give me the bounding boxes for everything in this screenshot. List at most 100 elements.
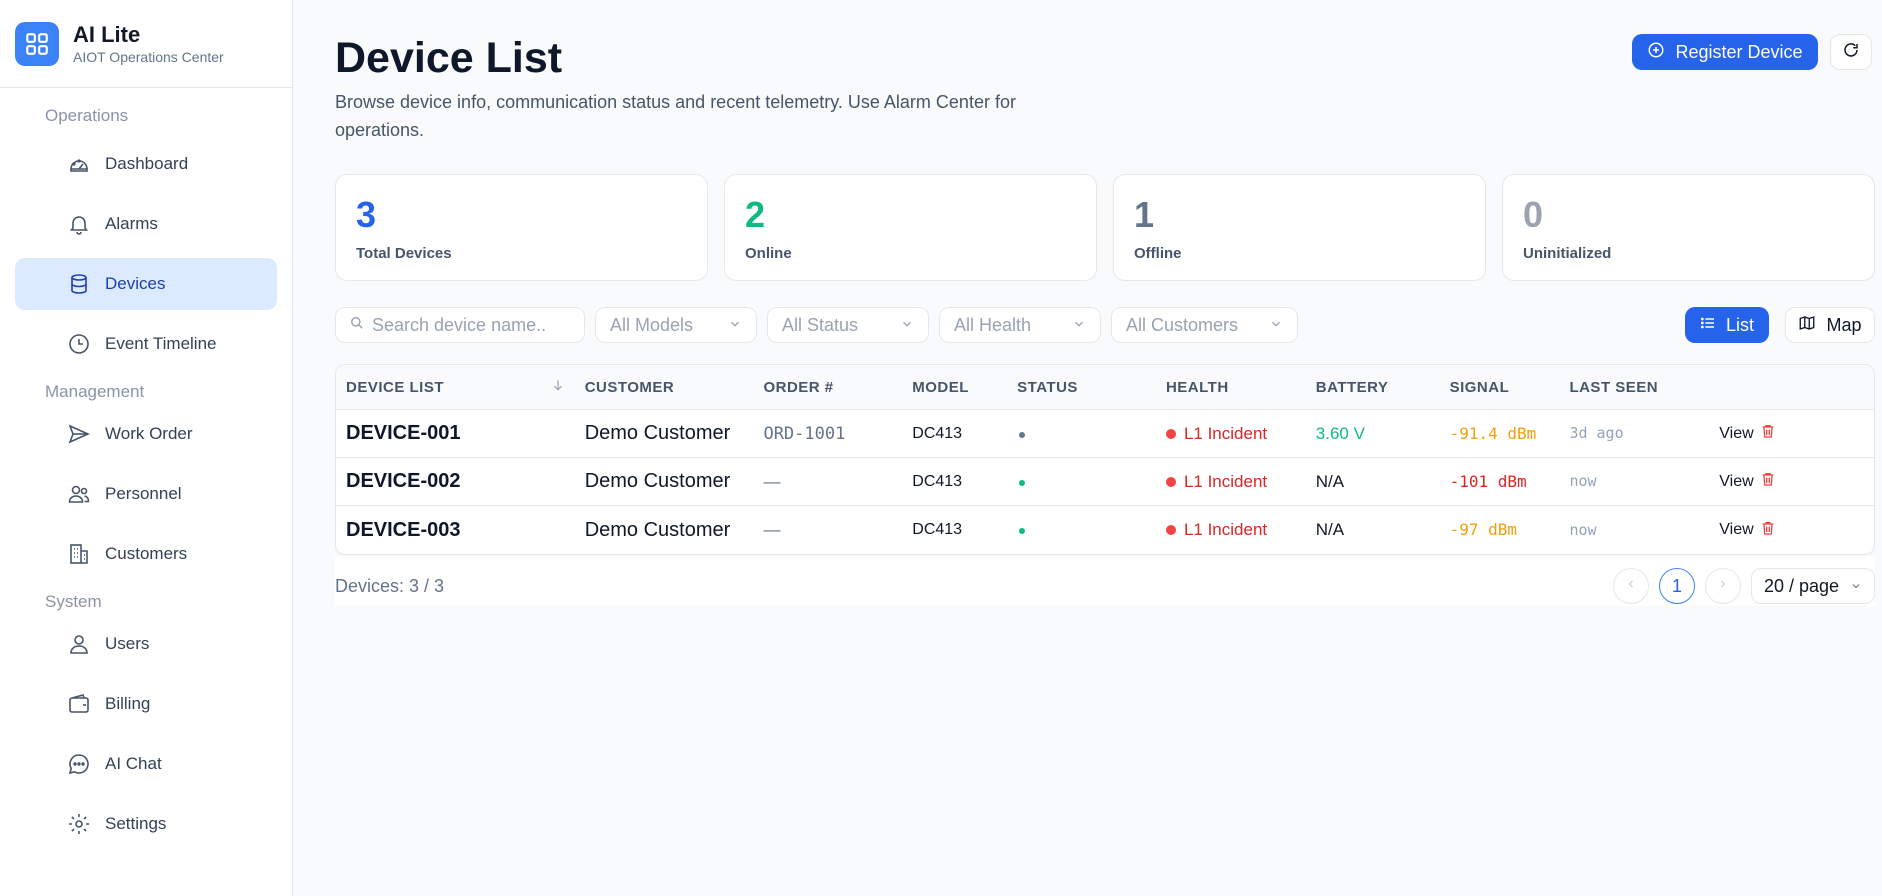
prev-page-button[interactable] bbox=[1613, 568, 1649, 604]
view-link[interactable]: View bbox=[1719, 473, 1753, 491]
sort-arrow-icon[interactable] bbox=[551, 379, 565, 396]
search-box[interactable] bbox=[335, 307, 585, 343]
trash-icon[interactable] bbox=[1760, 519, 1776, 542]
column-header-battery[interactable]: BATTERY bbox=[1306, 379, 1440, 396]
sidebar-item-label: Personnel bbox=[105, 484, 182, 503]
sidebar-item-work-order[interactable]: Work Order bbox=[15, 408, 277, 460]
stats-row: 3 Total Devices 2 Online 1 Offline 0 Uni… bbox=[335, 174, 1875, 281]
order-number: ORD-1001 bbox=[763, 423, 846, 444]
search-icon bbox=[350, 316, 364, 335]
health-dot-icon bbox=[1165, 476, 1176, 487]
table-row[interactable]: DEVICE-001 Demo Customer ORD-1001 DC413 … bbox=[336, 410, 1874, 458]
sidebar-item-personnel[interactable]: Personnel bbox=[15, 468, 277, 520]
column-header-signal[interactable]: SIGNAL bbox=[1440, 379, 1560, 396]
sidebar-item-customers[interactable]: Customers bbox=[15, 528, 277, 580]
chevron-down-icon bbox=[1269, 315, 1283, 336]
plus-circle-icon bbox=[1647, 41, 1665, 64]
battery-value: N/A bbox=[1315, 520, 1345, 539]
map-icon bbox=[1798, 314, 1816, 337]
column-header-last-seen[interactable]: LAST SEEN bbox=[1559, 379, 1709, 396]
app-name: AI Lite bbox=[73, 21, 141, 47]
status-dot-icon bbox=[1019, 479, 1026, 486]
sidebar-item-devices[interactable]: Devices bbox=[15, 258, 277, 310]
sidebar-item-event-timeline[interactable]: Event Timeline bbox=[15, 318, 277, 370]
stat-card-uninitialized: 0 Uninitialized bbox=[1502, 174, 1875, 281]
view-link[interactable]: View bbox=[1719, 521, 1753, 539]
battery-value: N/A bbox=[1315, 471, 1345, 491]
order-number: — bbox=[763, 520, 781, 539]
model-filter-select[interactable]: All Models bbox=[595, 307, 757, 343]
table-row[interactable]: DEVICE-003 Demo Customer — DC413 L1 Inci… bbox=[336, 506, 1874, 554]
status-filter-select[interactable]: All Status bbox=[767, 307, 929, 343]
search-input[interactable] bbox=[372, 314, 572, 336]
nav-section-management: Management bbox=[45, 382, 145, 401]
sidebar-item-label: Event Timeline bbox=[105, 334, 217, 353]
app-logo-icon[interactable] bbox=[15, 21, 59, 66]
stat-card-offline: 1 Offline bbox=[1113, 174, 1486, 281]
sidebar-item-billing[interactable]: Billing bbox=[15, 678, 277, 730]
sidebar-item-alarms[interactable]: Alarms bbox=[15, 198, 277, 250]
column-header-model[interactable]: MODEL bbox=[902, 379, 1007, 396]
sidebar-item-label: Work Order bbox=[105, 424, 193, 443]
map-view-button[interactable]: Map bbox=[1785, 307, 1875, 343]
sidebar-item-label: Settings bbox=[105, 814, 167, 833]
trash-icon[interactable] bbox=[1760, 422, 1776, 445]
sidebar-item-label: Devices bbox=[105, 274, 166, 293]
sidebar-item-ai-chat[interactable]: AI Chat bbox=[15, 738, 277, 790]
order-number: — bbox=[763, 471, 781, 491]
health-badge: L1 Incident bbox=[1165, 520, 1306, 540]
stat-label: Offline bbox=[1134, 245, 1182, 262]
column-header-customer[interactable]: CUSTOMER bbox=[575, 379, 754, 396]
column-header-health[interactable]: HEALTH bbox=[1156, 379, 1306, 396]
list-view-button[interactable]: List bbox=[1685, 307, 1769, 343]
pagination: 1 20 / page bbox=[1613, 568, 1875, 604]
device-name[interactable]: DEVICE-001 bbox=[346, 422, 461, 444]
device-model: DC413 bbox=[912, 521, 963, 538]
sidebar-nav: Operations Dashboard Alarms Devices Even… bbox=[0, 88, 292, 850]
main-content: Device List Browse device info, communic… bbox=[294, 0, 1882, 896]
trash-icon[interactable] bbox=[1760, 470, 1776, 493]
next-page-button[interactable] bbox=[1705, 568, 1741, 604]
stat-value: 3 bbox=[356, 194, 377, 235]
device-name[interactable]: DEVICE-002 bbox=[346, 470, 461, 492]
column-header-order[interactable]: ORDER # bbox=[753, 379, 902, 396]
chevron-down-icon bbox=[1072, 315, 1086, 336]
sidebar-item-label: Billing bbox=[105, 694, 151, 713]
column-header-device[interactable]: DEVICE LIST bbox=[336, 379, 575, 396]
filter-bar: All Models All Status All Health All Cus… bbox=[335, 307, 1298, 343]
health-filter-select[interactable]: All Health bbox=[939, 307, 1101, 343]
column-header-status[interactable]: STATUS bbox=[1007, 379, 1156, 396]
customer-name: Demo Customer bbox=[584, 470, 731, 492]
register-device-button[interactable]: Register Device bbox=[1632, 34, 1818, 70]
sidebar-item-label: Dashboard bbox=[105, 154, 189, 173]
table-row[interactable]: DEVICE-002 Demo Customer — DC413 L1 Inci… bbox=[336, 458, 1874, 506]
last-seen-value: now bbox=[1569, 472, 1597, 490]
signal-value: -97 dBm bbox=[1449, 520, 1518, 539]
table-header-row: DEVICE LIST CUSTOMER ORDER # MODEL STATU… bbox=[336, 365, 1874, 410]
wallet-icon bbox=[67, 692, 91, 716]
bell-icon bbox=[67, 212, 91, 236]
signal-value: -101 dBm bbox=[1449, 471, 1527, 491]
brand: AI Lite AIOT Operations Center bbox=[0, 0, 292, 88]
device-name[interactable]: DEVICE-003 bbox=[346, 519, 461, 541]
sidebar-item-dashboard[interactable]: Dashboard bbox=[15, 138, 277, 190]
device-model: DC413 bbox=[912, 472, 963, 490]
page-number-button[interactable]: 1 bbox=[1659, 568, 1695, 604]
battery-value: 3.60 V bbox=[1315, 423, 1365, 443]
device-count: Devices: 3 / 3 bbox=[335, 576, 445, 596]
sidebar: AI Lite AIOT Operations Center Operation… bbox=[0, 0, 293, 896]
database-icon bbox=[67, 272, 91, 296]
sidebar-item-label: Users bbox=[105, 634, 150, 653]
health-dot-icon bbox=[1165, 525, 1176, 535]
nav-section-operations: Operations bbox=[45, 106, 129, 125]
per-page-select[interactable]: 20 / page bbox=[1751, 568, 1875, 604]
building-icon bbox=[67, 542, 91, 566]
view-link[interactable]: View bbox=[1719, 425, 1753, 443]
customer-filter-select[interactable]: All Customers bbox=[1111, 307, 1298, 343]
users-icon bbox=[67, 482, 91, 506]
refresh-button[interactable] bbox=[1830, 34, 1872, 70]
health-badge: L1 Incident bbox=[1165, 472, 1306, 492]
sidebar-item-settings[interactable]: Settings bbox=[15, 798, 277, 850]
page-title: Device List bbox=[335, 34, 563, 82]
sidebar-item-users[interactable]: Users bbox=[15, 618, 277, 670]
